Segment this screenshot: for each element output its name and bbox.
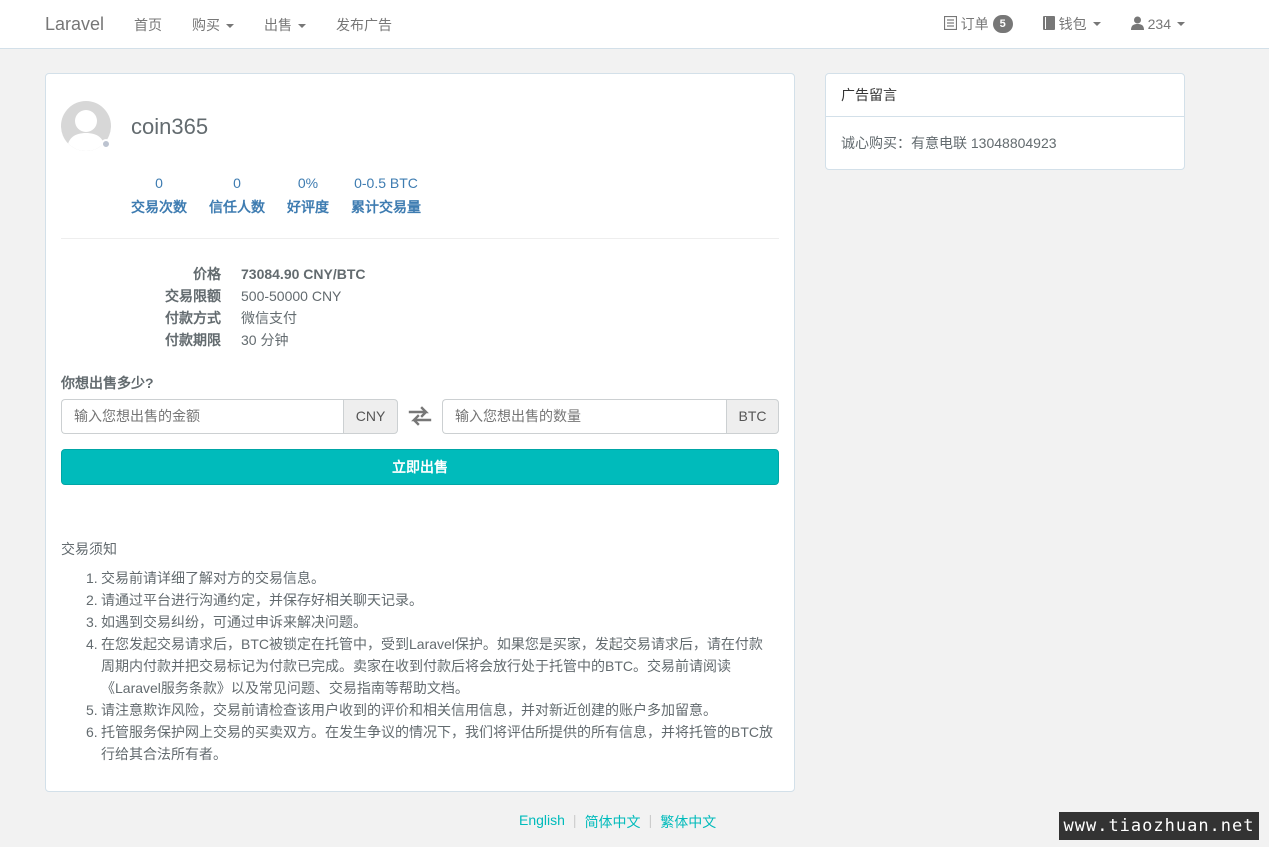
- stat-rating: 0% 好评度: [287, 175, 329, 217]
- lang-english-link[interactable]: English: [519, 812, 565, 832]
- list-item: 3. 如遇到交易纠纷，可通过申诉来解决问题。: [86, 614, 367, 630]
- stat-trust-count: 0 信任人数: [209, 175, 265, 217]
- ad-details: 价格 73084.90 CNY/BTC 交易限额 500-50000 CNY 付…: [141, 263, 366, 351]
- amount-input[interactable]: [61, 399, 343, 434]
- seller-stats: 0 交易次数 0 信任人数 0% 好评度 0-0.5 BTC 累计交易量: [131, 175, 443, 217]
- list-item-text: 请通过平台进行沟通约定，并保存好相关聊天记录。: [101, 592, 423, 608]
- stat-label: 累计交易量: [351, 199, 421, 215]
- nav-wallet-label: 钱包: [1058, 16, 1087, 32]
- navbar: Laravel 首页 购买 出售 发布广告 订单 5 钱包 234: [0, 0, 1269, 49]
- nav-orders-label: 订单: [960, 16, 989, 32]
- list-item-text: 托管服务保护网上交易的买卖双方。在发生争议的情况下，我们将评估所提供的所有信息，…: [101, 724, 773, 762]
- list-item: 1. 交易前请详细了解对方的交易信息。: [86, 570, 325, 586]
- ad-message-panel: 广告留言 诚心购买：有意电联 13048804923: [825, 73, 1185, 170]
- amount-unit-addon: CNY: [343, 399, 398, 434]
- ad-message-title: 广告留言: [826, 74, 1184, 117]
- nav-user-dropdown[interactable]: 234: [1130, 16, 1185, 33]
- stat-value: 0-0.5 BTC: [354, 175, 418, 191]
- detail-label: 交易限额: [165, 288, 221, 304]
- quantity-input-group: BTC: [442, 399, 779, 434]
- detail-price-row: 价格 73084.90 CNY/BTC: [141, 263, 366, 285]
- stat-value: 0%: [297, 175, 319, 191]
- caret-down-icon: [1177, 22, 1185, 26]
- list-item: 6. 托管服务保护网上交易的买卖双方。在发生争议的情况下，我们将评估所提供的所有信…: [86, 724, 773, 762]
- detail-label: 价格: [193, 266, 221, 282]
- amount-input-group: CNY: [61, 399, 398, 434]
- nav-user-label: 234: [1147, 16, 1171, 32]
- nav-buy-dropdown[interactable]: 购买: [192, 15, 234, 35]
- nav-orders[interactable]: 订单 5: [943, 14, 1013, 34]
- stat-label: 信任人数: [209, 199, 265, 215]
- detail-limit-value: 500-50000 CNY: [241, 288, 342, 304]
- quantity-unit-addon: BTC: [726, 399, 779, 434]
- nav-left: 首页 购买 出售 发布广告: [134, 15, 422, 35]
- detail-label: 付款方式: [165, 310, 221, 326]
- separator: |: [572, 812, 577, 828]
- list-icon: [943, 15, 957, 33]
- list-item-text: 如遇到交易纠纷，可通过申诉来解决问题。: [101, 614, 367, 630]
- detail-period-row: 付款期限 30 分钟: [141, 329, 366, 351]
- caret-down-icon: [1092, 22, 1101, 26]
- nav-sell-dropdown[interactable]: 出售: [264, 15, 306, 35]
- nav-wallet-dropdown[interactable]: 钱包: [1042, 14, 1101, 34]
- nav-buy-label: 购买: [192, 17, 220, 33]
- site-watermark: www.tiaozhuan.net: [1059, 812, 1259, 840]
- nav-home[interactable]: 首页: [134, 15, 162, 35]
- detail-limit-row: 交易限额 500-50000 CNY: [141, 285, 366, 307]
- nav-right: 订单 5 钱包 234: [914, 14, 1185, 34]
- nav-post-ad[interactable]: 发布广告: [336, 15, 392, 35]
- language-switcher: English | 简体中文 | 繁体中文: [519, 812, 716, 832]
- divider: [61, 238, 779, 239]
- stat-label: 好评度: [287, 199, 329, 215]
- list-item-text: 交易前请详细了解对方的交易信息。: [101, 570, 325, 586]
- book-icon: [1042, 15, 1055, 33]
- list-item: 4. 在您发起交易请求后，BTC被锁定在托管中，受到Laravel保护。如果您是买…: [86, 636, 763, 696]
- list-item-text: 在您发起交易请求后，BTC被锁定在托管中，受到Laravel保护。如果您是买家，…: [101, 636, 763, 696]
- separator: |: [648, 812, 653, 828]
- online-status-dot: [101, 139, 111, 149]
- detail-price-value: 73084.90 CNY/BTC: [241, 266, 366, 282]
- user-icon: [1130, 16, 1144, 33]
- stat-volume: 0-0.5 BTC 累计交易量: [351, 175, 421, 217]
- nav-home-label: 首页: [134, 17, 162, 33]
- lang-simplified-chinese-link[interactable]: 简体中文: [585, 812, 641, 832]
- nav-sell-label: 出售: [264, 17, 292, 33]
- sell-amount-question: 你想出售多少?: [61, 375, 154, 391]
- brand-logo[interactable]: Laravel: [45, 14, 104, 35]
- trade-notice-list: 1. 交易前请详细了解对方的交易信息。 2. 请通过平台进行沟通约定，并保存好相关聊…: [86, 567, 776, 765]
- detail-label: 付款期限: [165, 332, 221, 348]
- seller-username[interactable]: coin365: [131, 114, 208, 140]
- swap-arrows-icon: [408, 406, 432, 426]
- detail-payment-value: 微信支付: [241, 310, 297, 326]
- ad-detail-panel: coin365 0 交易次数 0 信任人数 0% 好评度 0-0.5 BTC 累…: [45, 73, 795, 792]
- orders-count-badge: 5: [992, 15, 1013, 33]
- list-item: 5. 请注意欺诈风险，交易前请检查该用户收到的评价和相关信用信息，并对新近创建的账…: [86, 702, 717, 718]
- detail-period-value: 30 分钟: [241, 332, 289, 348]
- stat-value: 0: [233, 175, 241, 191]
- stat-value: 0: [155, 175, 163, 191]
- nav-post-ad-label: 发布广告: [336, 17, 392, 33]
- trade-notice-title: 交易须知: [61, 541, 117, 557]
- lang-traditional-chinese-link[interactable]: 繁体中文: [660, 812, 716, 832]
- ad-message-body: 诚心购买：有意电联 13048804923: [841, 135, 1057, 151]
- stat-trade-count: 0 交易次数: [131, 175, 187, 217]
- detail-payment-row: 付款方式 微信支付: [141, 307, 366, 329]
- sell-now-button[interactable]: 立即出售: [61, 449, 779, 485]
- caret-down-icon: [298, 24, 306, 29]
- list-item-text: 请注意欺诈风险，交易前请检查该用户收到的评价和相关信用信息，并对新近创建的账户多…: [101, 702, 717, 718]
- list-item: 2. 请通过平台进行沟通约定，并保存好相关聊天记录。: [86, 592, 423, 608]
- quantity-input[interactable]: [442, 399, 726, 434]
- stat-label: 交易次数: [131, 199, 187, 215]
- caret-down-icon: [226, 24, 234, 29]
